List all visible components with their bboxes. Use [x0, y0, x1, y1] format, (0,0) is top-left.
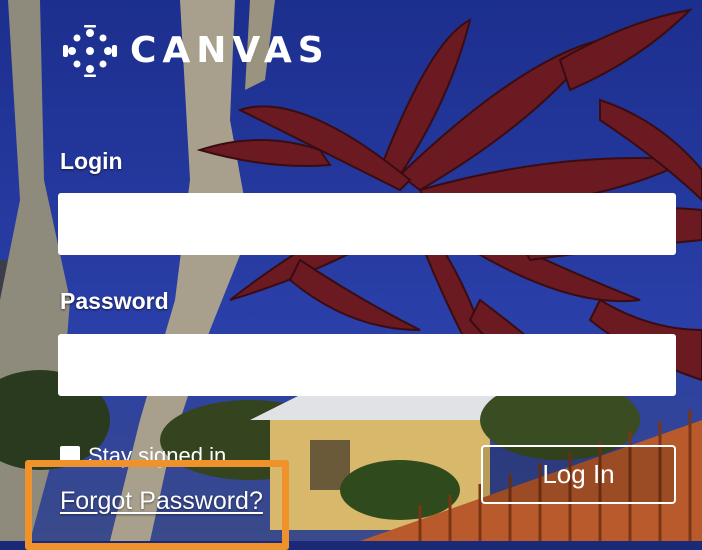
login-input[interactable]: [58, 193, 676, 255]
canvas-brand: CANVAS: [62, 24, 330, 78]
login-label: Login: [60, 148, 123, 174]
password-label: Password: [60, 288, 169, 314]
password-input[interactable]: [58, 334, 676, 396]
stay-signed-in-checkbox[interactable]: [60, 446, 80, 466]
forgot-password-link[interactable]: Forgot Password?: [60, 487, 263, 516]
stay-signed-in-row[interactable]: Stay signed in: [60, 443, 226, 469]
canvas-logo-icon: [63, 25, 117, 77]
brand-name: CANVAS: [130, 30, 330, 71]
stay-signed-in-label: Stay signed in: [88, 443, 227, 468]
login-button[interactable]: Log In: [481, 445, 676, 504]
